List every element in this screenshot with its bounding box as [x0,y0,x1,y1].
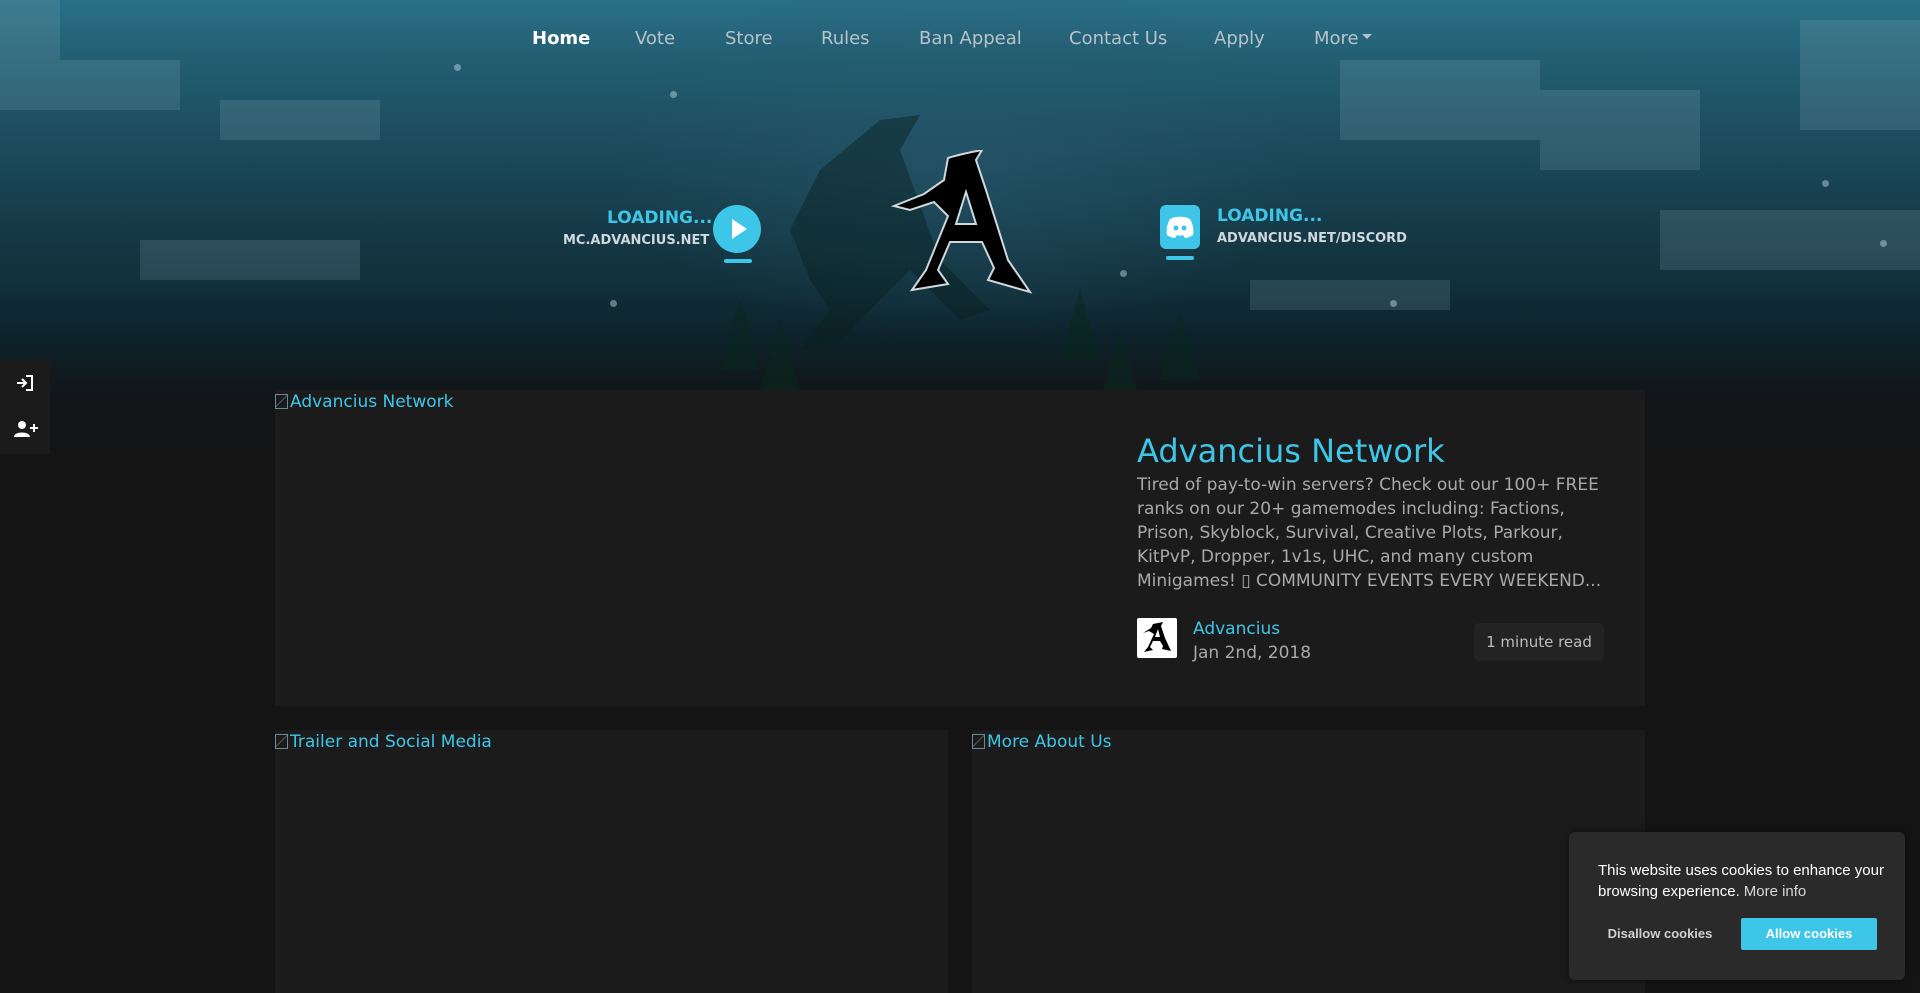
nav-more-label: More [1314,28,1359,49]
nav-store[interactable]: Store [725,28,773,49]
post-card-about-image[interactable]: More About Us [972,732,1112,752]
play-underline [724,259,752,263]
broken-image-icon [972,734,985,749]
featured-post-title[interactable]: Advancius Network [1137,432,1445,470]
featured-post-excerpt: Tired of pay-to-win servers? Check out o… [1137,475,1602,591]
cookie-banner: This website uses cookies to enhance you… [1569,832,1905,980]
discord-glyph [1165,216,1194,249]
discord-underline [1166,256,1194,260]
author-logo [1143,622,1171,652]
top-nav: Home Vote Store Rules Ban Appeal Contact… [0,0,1920,78]
nav-ban-appeal[interactable]: Ban Appeal [919,28,1022,49]
broken-image-icon [275,734,288,749]
featured-post-image[interactable]: Advancius Network [275,392,453,412]
server-address[interactable]: MC.ADVANCIUS.NET [563,233,709,248]
discord-address[interactable]: ADVANCIUS.NET/DISCORD [1217,231,1407,246]
post-date: Jan 2nd, 2018 [1193,643,1312,663]
server-status: LOADING... [607,208,713,228]
post-card-trailer[interactable]: Trailer and Social Media [275,730,948,993]
chevron-down-icon [1361,33,1372,39]
sign-in-icon[interactable] [10,368,40,398]
post-card-trailer-image[interactable]: Trailer and Social Media [275,732,492,752]
nav-more-dropdown[interactable]: More [1314,28,1372,49]
side-panel [0,360,50,454]
avatar[interactable] [1137,618,1177,658]
nav-rules[interactable]: Rules [821,28,870,49]
advancius-logo [890,150,1033,294]
discord-icon[interactable] [1160,205,1200,249]
post-card-about[interactable]: More About Us [972,730,1645,993]
discord-status: LOADING... [1217,206,1323,226]
broken-image-icon [275,394,288,409]
cookie-message-container: This website uses cookies to enhance you… [1598,860,1888,902]
user-plus-icon[interactable] [10,414,40,444]
cookie-message: This website uses cookies to enhance you… [1598,862,1884,900]
featured-post-image-alt: Advancius Network [290,392,454,412]
disallow-cookies-button[interactable]: Disallow cookies [1597,918,1723,950]
cookie-more-info-link[interactable]: More info [1744,883,1807,900]
read-time-badge: 1 minute read [1474,623,1604,661]
allow-cookies-button[interactable]: Allow cookies [1741,918,1877,950]
author-name[interactable]: Advancius [1193,619,1280,639]
nav-home[interactable]: Home [532,28,590,49]
post-card-trailer-image-alt: Trailer and Social Media [290,732,492,752]
nav-apply[interactable]: Apply [1214,28,1265,49]
post-card-about-image-alt: More About Us [987,732,1112,752]
nav-vote[interactable]: Vote [635,28,675,49]
nav-contact-us[interactable]: Contact Us [1069,28,1167,49]
play-icon[interactable] [713,205,761,253]
